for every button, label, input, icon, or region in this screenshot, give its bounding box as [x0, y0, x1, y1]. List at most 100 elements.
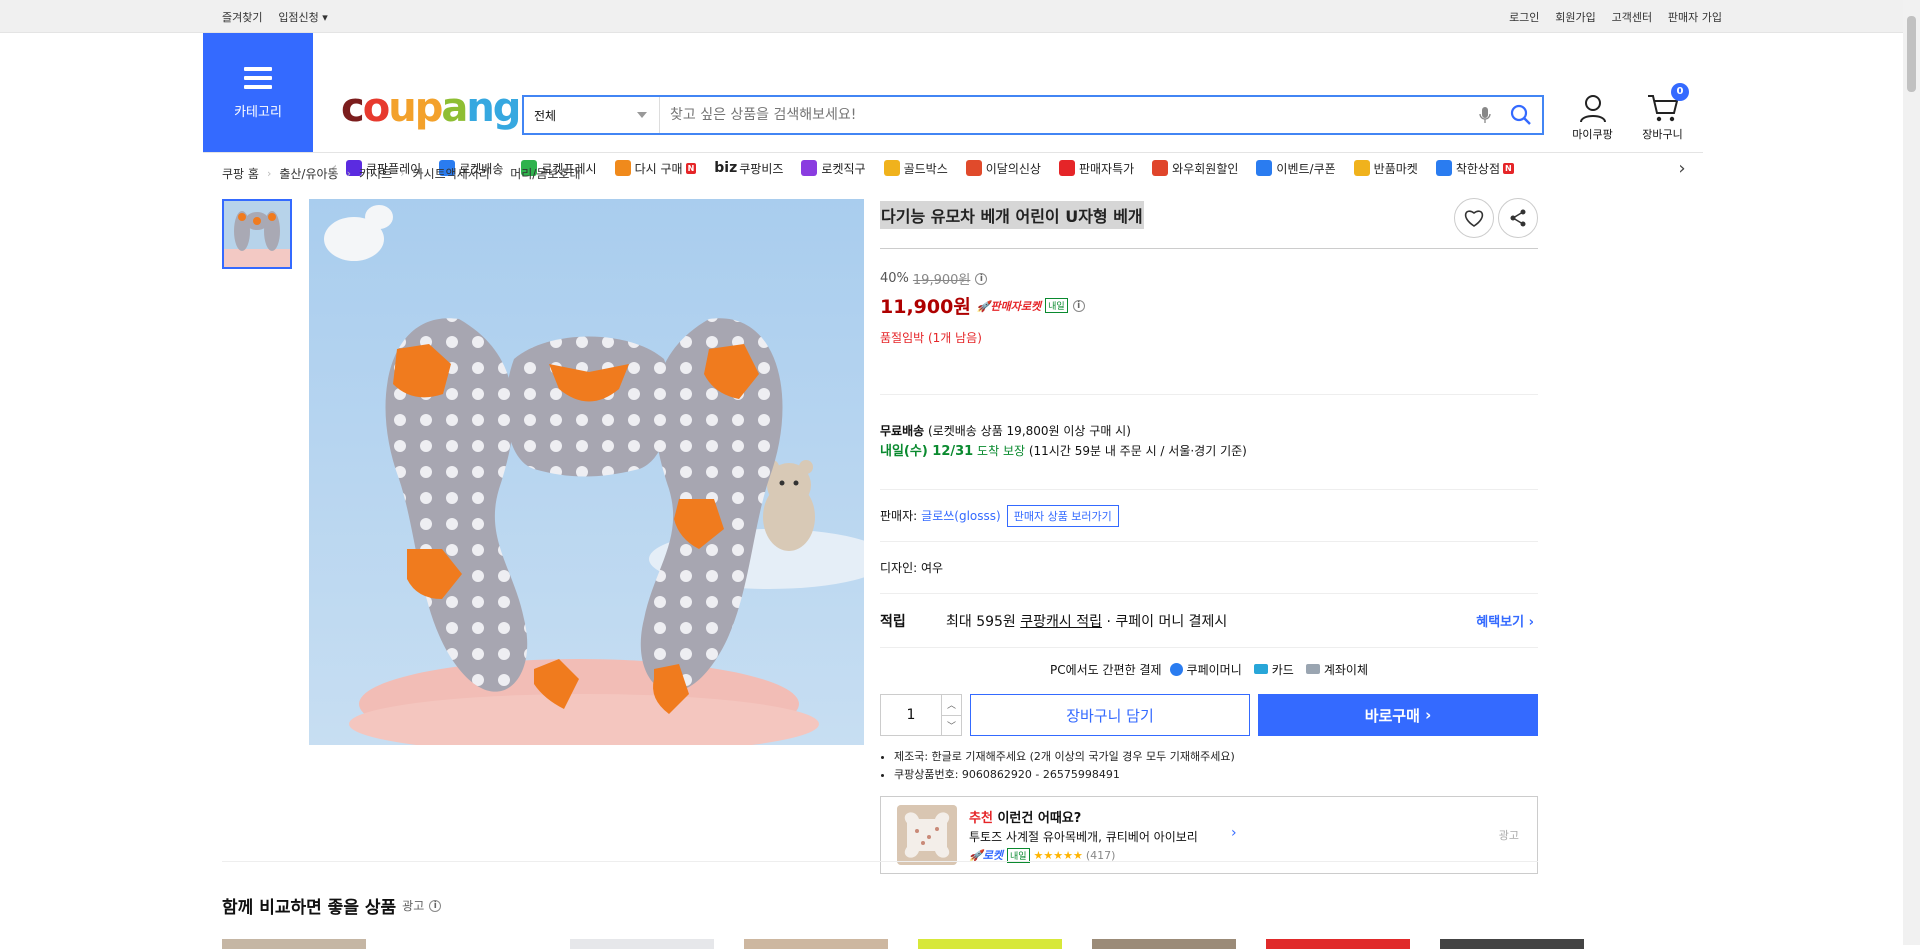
chevron-down-icon: [637, 112, 647, 118]
category-menu-button[interactable]: 카테고리: [203, 33, 313, 153]
breadcrumb-item[interactable]: 쿠팡 홈: [222, 165, 259, 182]
list-item: 쿠팡상품번호: 9060862920 - 26575998491: [894, 766, 1538, 784]
category-quick-item[interactable]: 반품마켓: [1353, 160, 1418, 177]
category-quick-item[interactable]: 로켓직구: [801, 160, 866, 177]
share-button[interactable]: [1498, 198, 1538, 238]
scrollbar[interactable]: [1903, 0, 1920, 945]
coupang-logo[interactable]: coupang: [341, 85, 521, 131]
compare-product-image[interactable]: [744, 939, 888, 949]
add-to-cart-button[interactable]: 장바구니 담기: [970, 694, 1250, 736]
breadcrumb-item[interactable]: 카시트액세서리: [413, 165, 490, 182]
category-icon: [1256, 160, 1273, 176]
quantity-down-button[interactable]: ﹀: [942, 716, 961, 736]
category-quick-item[interactable]: 착한상점 N: [1435, 160, 1514, 177]
seller-products-button[interactable]: 판매자 상품 보러가기: [1006, 504, 1119, 527]
category-icon: [1058, 160, 1075, 176]
category-icon: [1435, 160, 1452, 176]
divider: [222, 861, 1538, 862]
login-link[interactable]: 로그인: [1509, 11, 1539, 24]
recommended-product-image[interactable]: [897, 805, 957, 865]
category-icon: [883, 160, 900, 176]
category-quick-item[interactable]: 골드박스: [883, 160, 948, 177]
category-icon: [801, 160, 818, 176]
heart-icon: [1464, 210, 1484, 227]
category-label: 이벤트/쿠폰: [1276, 161, 1336, 176]
list-item: 제조국: 한글로 기재해주세요 (2개 이상의 국가일 경우 모두 기재해주세요…: [894, 748, 1538, 766]
info-icon[interactable]: i: [975, 272, 988, 285]
category-quick-item[interactable]: 다시 구매 N: [614, 160, 697, 177]
category-quick-item[interactable]: biz 쿠팡비즈: [714, 160, 783, 177]
search-input[interactable]: [660, 97, 1478, 133]
breadcrumb-item[interactable]: 카시트: [359, 165, 392, 182]
delivery-date: 내일(수) 12/31: [880, 444, 974, 459]
customer-center-link[interactable]: 고객센터: [1612, 11, 1652, 24]
reward-section: 적립 최대 595원 쿠팡캐시 적립 · 쿠페이 머니 결제시 혜택보기 ›: [880, 594, 1538, 648]
category-quick-item[interactable]: 이벤트/쿠폰: [1256, 160, 1336, 177]
benefits-link[interactable]: 혜택보기 ›: [1476, 611, 1534, 630]
product-thumbnail[interactable]: [222, 199, 292, 269]
chevron-right-icon[interactable]: ›: [1670, 158, 1694, 179]
category-quick-item[interactable]: 이달의신상: [965, 160, 1041, 177]
product-info-panel: 다기능 유모차 베개 어린이 U자형 베개 40% 19,900원 i 11,9…: [880, 195, 1538, 874]
cart-button[interactable]: 0 장바구니: [1635, 83, 1690, 142]
compare-product-image[interactable]: [1440, 939, 1584, 949]
quantity-input[interactable]: 1: [881, 695, 941, 735]
search-icon[interactable]: [1510, 104, 1532, 126]
buy-now-button[interactable]: 바로구매 ›: [1258, 694, 1538, 736]
compare-product-image[interactable]: [570, 939, 714, 949]
category-icon: [1353, 160, 1370, 176]
breadcrumb-item[interactable]: 머리/몸보호대: [510, 165, 580, 182]
my-coupang-button[interactable]: 마이쿠팡: [1565, 93, 1620, 142]
header: 카테고리 coupang 전체 마이쿠팡 0 장바구니: [0, 33, 1920, 179]
seller-signup-link[interactable]: 판매자 가입: [1668, 11, 1722, 24]
category-icon: [614, 160, 631, 176]
category-label: 골드박스: [903, 161, 948, 176]
microphone-icon[interactable]: [1478, 106, 1492, 124]
compare-products-row: [222, 939, 1614, 949]
breadcrumb-item[interactable]: 출산/유아동: [279, 165, 338, 182]
info-icon[interactable]: i: [1072, 299, 1085, 312]
product-title: 다기능 유모차 베개 어린이 U자형 베개: [880, 201, 1144, 229]
quantity-up-button[interactable]: ︿: [942, 695, 961, 716]
seller-apply-link[interactable]: 입점신청 ▾: [278, 11, 328, 24]
new-badge: N: [1503, 162, 1514, 174]
search-bar: 전체: [522, 95, 1544, 135]
seller-info: 판매자: 글로쓰(glosss) 판매자 상품 보러가기: [880, 490, 1538, 542]
category-label: 다시 구매: [634, 161, 683, 176]
category-label: 이달의신상: [985, 161, 1041, 176]
coupang-cash-link[interactable]: 쿠팡캐시 적립: [1020, 611, 1102, 631]
compare-product-image[interactable]: [396, 939, 540, 949]
payment-methods: PC에서도 간편한 결제 쿠페이머니 카드 계좌이체: [1049, 662, 1369, 677]
category-quick-item[interactable]: 와우회원할인: [1152, 160, 1238, 177]
product-notes: 제조국: 한글로 기재해주세요 (2개 이상의 국가일 경우 모두 기재해주세요…: [880, 748, 1538, 784]
breadcrumb: 쿠팡 홈 › 출산/유아동 › 카시트 › 카시트액세서리 › 머리/몸보호대: [222, 165, 581, 182]
category-quick-item[interactable]: 판매자특가: [1058, 160, 1134, 177]
ad-label: 광고: [1498, 829, 1519, 842]
share-icon: [1510, 209, 1526, 227]
seller-name-link[interactable]: 글로쓰(glosss): [921, 507, 1001, 524]
compare-product-image[interactable]: [1266, 939, 1410, 949]
category-label: 반품마켓: [1373, 161, 1418, 176]
compare-section-title: 함께 비교하면 좋을 상품 광고 i: [222, 893, 442, 918]
recommendation-card[interactable]: 추천 이런건 어때요? 투토즈 사계절 유아목베개, 큐티베어 아이보리 🚀로켓…: [880, 796, 1538, 874]
compare-product-image[interactable]: [918, 939, 1062, 949]
compare-product-image[interactable]: [1092, 939, 1236, 949]
new-badge: N: [685, 162, 697, 174]
info-icon[interactable]: i: [429, 899, 442, 912]
scrollbar-thumb[interactable]: [1907, 16, 1916, 92]
cart-count-badge: 0: [1671, 83, 1689, 101]
hamburger-icon: [244, 66, 272, 89]
search-scope-select[interactable]: 전체: [524, 97, 660, 133]
design-value: 여우: [921, 561, 944, 575]
bookmark-link[interactable]: 즐겨찾기: [222, 11, 262, 24]
discount-rate: 40%: [880, 271, 909, 286]
user-icon: [1579, 95, 1606, 123]
wishlist-button[interactable]: [1454, 198, 1494, 238]
compare-product-image[interactable]: [222, 939, 366, 949]
quantity-stepper: 1 ︿ ﹀: [880, 694, 962, 736]
recommended-product-name[interactable]: 투토즈 사계절 유아목베개, 큐티베어 아이보리: [969, 828, 1198, 845]
bank-icon: [1305, 664, 1320, 674]
rating-stars: ★★★★★: [1033, 848, 1083, 862]
signup-link[interactable]: 회원가입: [1555, 11, 1595, 24]
product-main-image[interactable]: [309, 199, 864, 745]
